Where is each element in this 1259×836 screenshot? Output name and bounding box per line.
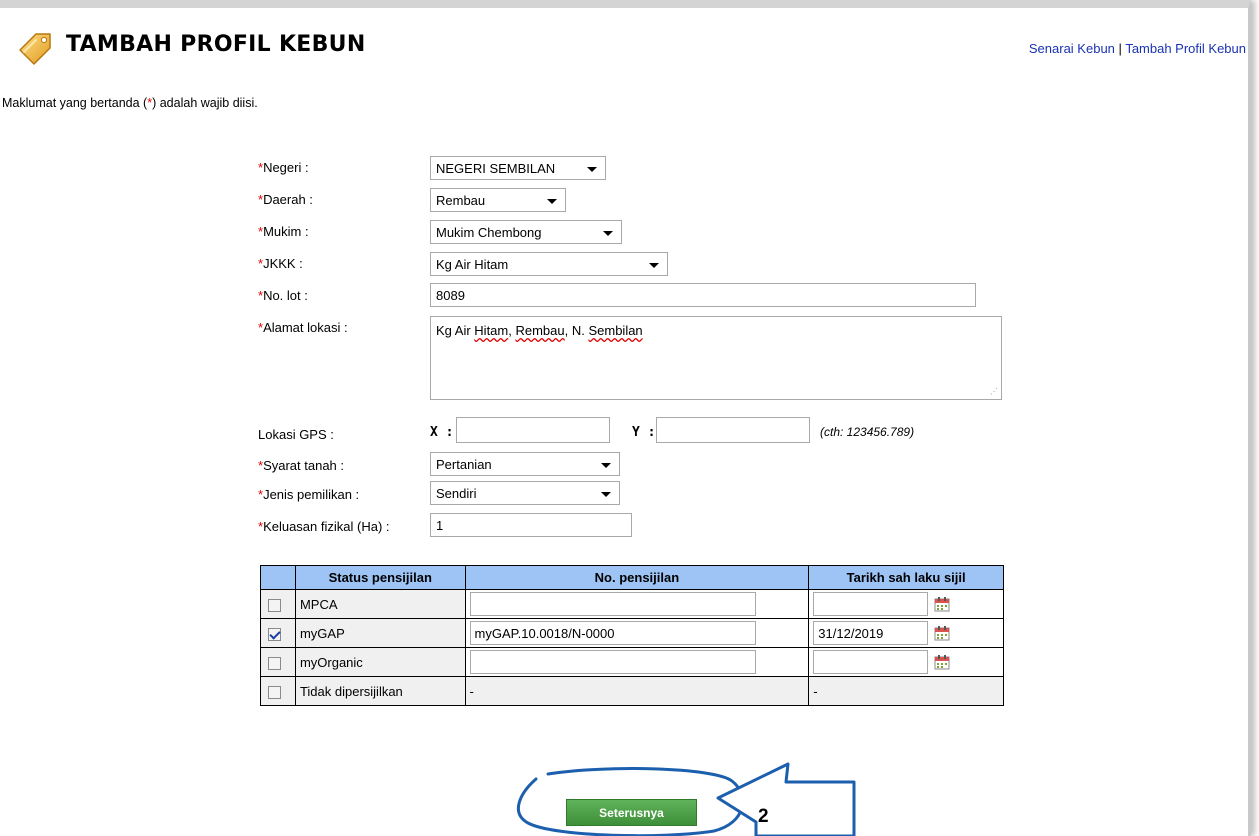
lot-input[interactable]: 8089 [430, 283, 976, 307]
no-cell: - [464, 676, 810, 706]
mpca-checkbox[interactable] [268, 598, 281, 612]
tambah-profil-link[interactable]: Tambah Profil Kebun [1125, 41, 1246, 56]
myorganic-no-input[interactable] [469, 650, 756, 674]
chevron-down-icon [547, 199, 557, 204]
top-links: Senarai Kebun | Tambah Profil Kebun [1029, 41, 1246, 56]
seterusnya-button[interactable]: Seterusnya [566, 799, 697, 826]
senarai-kebun-link[interactable]: Senarai Kebun [1029, 41, 1115, 56]
pemilikan-label: *Jenis pemilikan : [258, 487, 360, 502]
required-note: Maklumat yang bertanda (*) adalah wajib … [2, 96, 258, 110]
jkkk-label: *JKKK : [258, 256, 303, 271]
column-header-date: Tarikh sah laku sijil [808, 565, 1004, 590]
mygap-no-input[interactable]: myGAP.10.0018/N-0000 [469, 621, 756, 645]
table-row: Tidak dipersijilkan - - [260, 676, 1004, 706]
status-cell: myGAP [294, 618, 466, 648]
syarat-label: *Syarat tanah : [258, 458, 345, 473]
column-header [260, 565, 296, 590]
window-frame [0, 0, 1251, 836]
mpca-date-input[interactable] [813, 592, 929, 616]
gps-x-label: X : [430, 425, 454, 440]
gps-y-label: Y : [632, 425, 656, 440]
calendar-icon[interactable] [934, 654, 950, 670]
keluasan-label: *Keluasan fizikal (Ha) : [258, 519, 390, 534]
status-cell: myOrganic [294, 647, 466, 677]
status-cell: Tidak dipersijilkan [294, 676, 466, 706]
chevron-down-icon [603, 231, 613, 236]
calendar-icon[interactable] [934, 625, 950, 641]
table-header-row: Status pensijilan No. pensijilan Tarikh … [260, 565, 1004, 590]
table-row: myOrganic [260, 647, 1004, 677]
gps-label: Lokasi GPS : [258, 427, 334, 442]
column-header-no: No. pensijilan [464, 565, 810, 590]
tag-icon [19, 33, 51, 65]
myorganic-checkbox[interactable] [268, 656, 281, 670]
pemilikan-select[interactable]: Sendiri [430, 481, 620, 505]
date-cell: - [808, 676, 1004, 706]
mukim-label: *Mukim : [258, 224, 309, 239]
table-row: MPCA [260, 589, 1004, 619]
chevron-down-icon [649, 263, 659, 268]
mygap-checkbox[interactable] [268, 627, 281, 641]
negeri-label: *Negeri : [258, 160, 309, 175]
tidak-checkbox[interactable] [268, 685, 281, 699]
certification-table: Status pensijilan No. pensijilan Tarikh … [260, 565, 1004, 706]
daerah-select[interactable]: Rembau [430, 188, 566, 212]
link-separator: | [1118, 41, 1122, 56]
gps-hint: (cth: 123456.789) [820, 425, 915, 439]
mukim-select[interactable]: Mukim Chembong [430, 220, 622, 244]
mygap-date-input[interactable]: 31/12/2019 [813, 621, 929, 645]
negeri-select[interactable]: NEGERI SEMBILAN [430, 156, 606, 180]
jkkk-select[interactable]: Kg Air Hitam [430, 252, 668, 276]
chevron-down-icon [587, 167, 597, 172]
column-header-status: Status pensijilan [294, 565, 466, 590]
calendar-icon[interactable] [934, 596, 950, 612]
lot-label: *No. lot : [258, 288, 308, 303]
chevron-down-icon [601, 463, 611, 468]
syarat-select[interactable]: Pertanian [430, 452, 620, 476]
daerah-label: *Daerah : [258, 192, 313, 207]
status-cell: MPCA [294, 589, 466, 619]
gps-y-input[interactable] [656, 417, 810, 443]
pointer-arrow-icon [716, 762, 856, 836]
alamat-textarea[interactable]: Kg Air Hitam, Rembau, N. Sembilan ⋰ [430, 316, 1002, 400]
resize-grip-icon[interactable]: ⋰ [990, 388, 998, 396]
alamat-label: *Alamat lokasi : [258, 320, 348, 335]
mpca-no-input[interactable] [469, 592, 756, 616]
myorganic-date-input[interactable] [813, 650, 929, 674]
keluasan-input[interactable]: 1 [430, 513, 632, 537]
table-row: myGAP myGAP.10.0018/N-0000 31/12/2019 [260, 618, 1004, 648]
chevron-down-icon [601, 492, 611, 497]
step-number: 2 [758, 806, 769, 827]
gps-x-input[interactable] [456, 417, 610, 443]
page-title: TAMBAH PROFIL KEBUN [66, 32, 366, 57]
